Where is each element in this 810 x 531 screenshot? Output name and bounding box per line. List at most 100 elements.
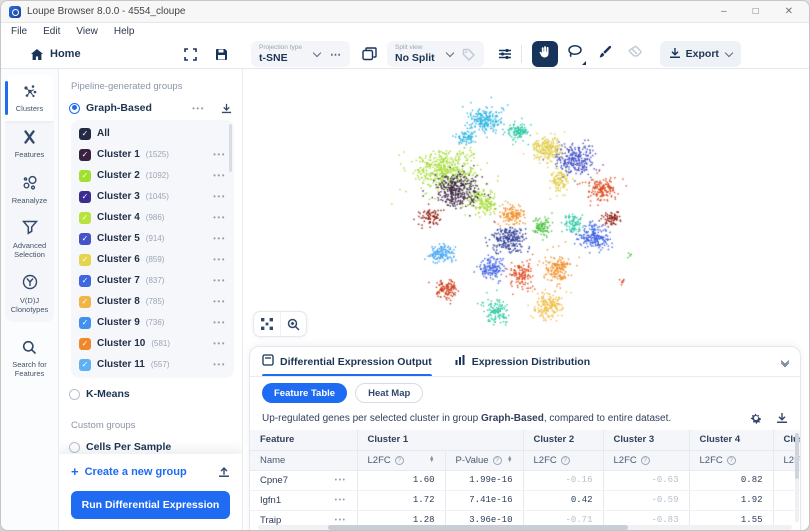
cluster-checkbox[interactable]: ✓ xyxy=(79,233,91,245)
cluster-menu-icon[interactable]: ••• xyxy=(213,171,226,180)
projection-view[interactable]: Differential Expression Output Expressio… xyxy=(243,69,809,531)
menu-file[interactable]: File xyxy=(11,26,27,37)
cluster-menu-icon[interactable]: ••• xyxy=(213,150,226,159)
cluster-checkbox[interactable]: ✓ xyxy=(79,359,91,371)
column-header-p-value[interactable]: P-Value?▲▼ xyxy=(445,450,523,470)
fullscreen-icon[interactable] xyxy=(183,47,198,62)
cluster-checkbox[interactable]: ✓ xyxy=(79,296,91,308)
clone-view-icon[interactable] xyxy=(362,47,377,62)
cell-value: -0.16 xyxy=(523,470,603,490)
sidebar-item-features[interactable]: Features xyxy=(5,121,54,167)
tsne-scatter-plot[interactable] xyxy=(243,69,809,346)
column-header-l2fc: L2FC? xyxy=(523,450,603,470)
cluster-row[interactable]: ✓Cluster 11(557)••• xyxy=(71,354,234,375)
menu-view[interactable]: View xyxy=(76,26,98,37)
cluster-checkbox[interactable]: ✓ xyxy=(79,317,91,329)
cluster-row[interactable]: ✓Cluster 8(785)••• xyxy=(71,291,234,312)
title-bar: Loupe Browser 8.0.0 - 4554_cloupe – □ ✕ xyxy=(1,1,809,23)
split-view-dropdown[interactable]: Split view No Split xyxy=(387,41,484,67)
projection-type-dropdown[interactable]: Projection type t-SNE ⋯ xyxy=(251,41,350,67)
cluster-row[interactable]: ✓Cluster 7(837)••• xyxy=(71,270,234,291)
zoom-in-icon[interactable] xyxy=(280,312,306,336)
radio-selected-icon[interactable] xyxy=(69,103,80,114)
collapse-panel-icon[interactable] xyxy=(782,358,788,366)
save-icon[interactable] xyxy=(214,47,229,62)
heat-map-pill[interactable]: Heat Map xyxy=(355,383,423,403)
cluster-row[interactable]: ✓Cluster 4(986)••• xyxy=(71,207,234,228)
sidebar-item-label: Features xyxy=(15,150,45,159)
table-row[interactable]: Cpne7•••1.601.99e-16-0.16-0.630.82 xyxy=(250,470,801,490)
sort-icon[interactable]: ▲▼ xyxy=(507,457,512,463)
sidebar-item-search-for-features[interactable]: Search for Features xyxy=(5,332,54,386)
graph-based-group-row[interactable]: Graph-Based ••• xyxy=(59,98,242,118)
cluster-checkbox[interactable]: ✓ xyxy=(79,149,91,161)
cluster-checkbox[interactable]: ✓ xyxy=(79,212,91,224)
window-title: Loupe Browser 8.0.0 - 4554_cloupe xyxy=(27,6,185,17)
create-new-group-button[interactable]: + Create a new group xyxy=(71,464,230,479)
tab-expression-distribution[interactable]: Expression Distribution xyxy=(454,347,590,376)
minimize-button[interactable]: – xyxy=(721,6,727,17)
cluster-checkbox[interactable]: ✓ xyxy=(79,338,91,350)
cluster-checkbox[interactable]: ✓ xyxy=(79,128,91,140)
cluster-checkbox[interactable]: ✓ xyxy=(79,275,91,287)
close-button[interactable]: ✕ xyxy=(785,6,793,17)
row-menu-icon[interactable]: ••• xyxy=(335,497,347,504)
sidebar-item-reanalyze[interactable]: Reanalyze xyxy=(5,167,54,213)
cluster-menu-icon[interactable]: ••• xyxy=(213,318,226,327)
cluster-row[interactable]: ✓Cluster 5(914)••• xyxy=(71,228,234,249)
projection-more-icon[interactable]: ⋯ xyxy=(330,48,342,61)
cluster-row[interactable]: ✓Cluster 1(1525)••• xyxy=(71,144,234,165)
row-menu-icon[interactable]: ••• xyxy=(335,517,347,524)
cluster-menu-icon[interactable]: ••• xyxy=(213,192,226,201)
cluster-row[interactable]: ✓Cluster 2(1092)••• xyxy=(71,165,234,186)
horizontal-scrollbar[interactable] xyxy=(258,525,792,530)
table-row[interactable]: Igfn1•••1.727.41e-160.42-0.591.92 xyxy=(250,490,801,510)
run-differential-expression-button[interactable]: Run Differential Expression xyxy=(71,491,230,519)
cluster-menu-icon[interactable]: ••• xyxy=(213,276,226,285)
eraser-tool-button[interactable] xyxy=(622,41,648,67)
gene-name: Igfn1 xyxy=(260,495,281,506)
cluster-checkbox[interactable]: ✓ xyxy=(79,254,91,266)
feature-table-pill[interactable]: Feature Table xyxy=(262,383,347,403)
maximize-button[interactable]: □ xyxy=(753,6,759,17)
tab-differential-expression-output[interactable]: Differential Expression Output xyxy=(262,347,432,376)
sidebar-item-v-d-j-clonotypes[interactable]: V(D)J Clonotypes xyxy=(5,266,54,321)
cluster-row[interactable]: ✓Cluster 3(1045)••• xyxy=(71,186,234,207)
cluster-checkbox[interactable]: ✓ xyxy=(79,170,91,182)
export-group-icon[interactable] xyxy=(221,103,232,114)
sort-icon[interactable]: ▲▼ xyxy=(429,457,434,463)
cluster-list-scrollbar[interactable] xyxy=(229,124,232,172)
cluster-checkbox[interactable]: ✓ xyxy=(79,191,91,203)
table-download-icon[interactable] xyxy=(776,412,788,424)
cluster-row[interactable]: ✓Cluster 9(736)••• xyxy=(71,312,234,333)
sidebar-item-advanced-selection[interactable]: Advanced Selection xyxy=(5,212,54,266)
cluster-menu-icon[interactable]: ••• xyxy=(213,360,226,369)
sidebar-item-clusters[interactable]: Clusters xyxy=(5,75,54,121)
view-settings-icon[interactable] xyxy=(498,47,513,62)
menu-help[interactable]: Help xyxy=(114,26,135,37)
radio-icon[interactable] xyxy=(69,442,80,453)
radio-icon[interactable] xyxy=(69,389,80,400)
export-button[interactable]: Export xyxy=(660,41,741,67)
cluster-menu-icon[interactable]: ••• xyxy=(213,339,226,348)
vertical-scrollbar[interactable] xyxy=(795,433,799,522)
fit-to-view-icon[interactable] xyxy=(254,312,280,336)
menu-edit[interactable]: Edit xyxy=(43,26,60,37)
pan-tool-button[interactable] xyxy=(532,41,558,67)
cluster-menu-icon[interactable]: ••• xyxy=(213,297,226,306)
cluster-row[interactable]: ✓Cluster 10(581)••• xyxy=(71,333,234,354)
home-button[interactable]: Home xyxy=(13,47,81,62)
cluster-menu-icon[interactable]: ••• xyxy=(213,213,226,222)
cluster-menu-icon[interactable]: ••• xyxy=(213,255,226,264)
cluster-menu-icon[interactable]: ••• xyxy=(213,234,226,243)
cluster-row[interactable]: ✓All xyxy=(71,123,234,144)
import-group-icon[interactable] xyxy=(218,466,230,478)
lasso-tool-button[interactable] xyxy=(562,41,588,67)
table-settings-gear-icon[interactable] xyxy=(750,412,762,424)
row-menu-icon[interactable]: ••• xyxy=(335,477,347,484)
cluster-row[interactable]: ✓Cluster 6(859)••• xyxy=(71,249,234,270)
group-menu-icon[interactable]: ••• xyxy=(192,104,205,113)
column-header-l2fc[interactable]: L2FC?▲▼ xyxy=(357,450,445,470)
brush-tool-button[interactable] xyxy=(592,41,618,67)
kmeans-group-row[interactable]: K-Means xyxy=(59,384,242,404)
